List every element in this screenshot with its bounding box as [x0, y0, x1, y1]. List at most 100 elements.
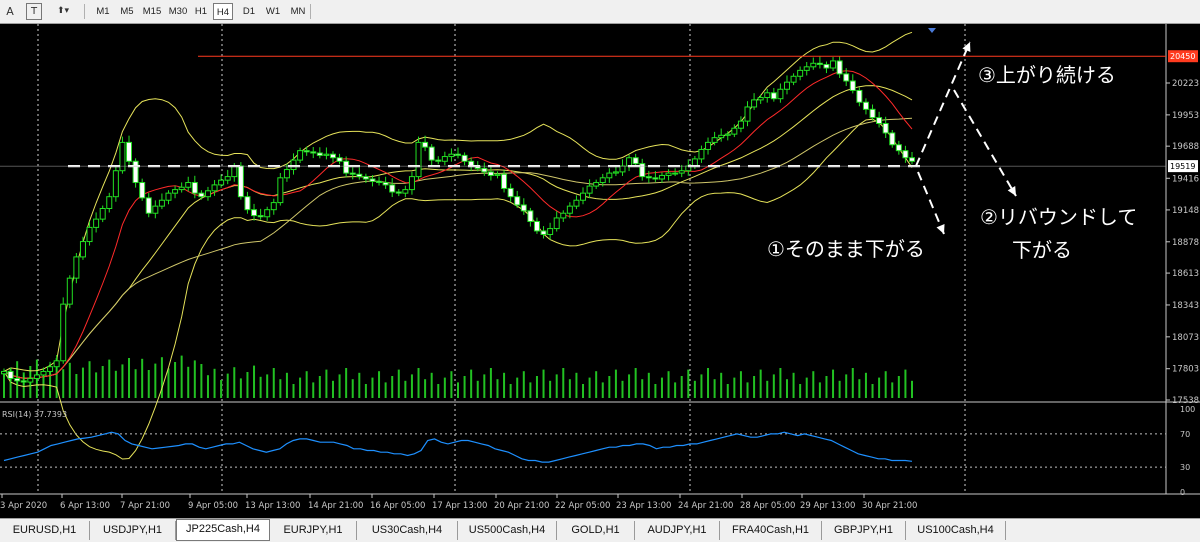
time-axis-label: 20 Apr 21:00 [494, 501, 549, 511]
timeframe-w1[interactable]: W1 [263, 3, 283, 20]
volume-bar [318, 376, 321, 398]
text-tool-icon[interactable]: A [2, 3, 18, 20]
volume-bar [825, 376, 828, 398]
toolbar-separator [84, 4, 85, 19]
candle-body [856, 89, 863, 103]
time-axis-label: 3 Apr 2020 [0, 501, 47, 511]
candle-body [764, 92, 771, 99]
candle-body [53, 360, 60, 368]
rsi-label: RSI(14) 37.7393 [2, 410, 67, 419]
timeframe-m5[interactable]: M5 [116, 3, 138, 20]
volume-bar [239, 378, 242, 398]
candle-body [310, 151, 317, 154]
volume-bar [891, 382, 894, 398]
volume-bar [470, 369, 473, 398]
volume-bar [121, 364, 124, 398]
tab-gold-h1[interactable]: GOLD,H1 [557, 521, 635, 540]
tab-us100cash-h4[interactable]: US100Cash,H4 [906, 521, 1006, 540]
candle-body [501, 173, 508, 189]
timeframe-m30[interactable]: M30 [166, 3, 190, 20]
candle-body [415, 141, 422, 178]
volume-bar [213, 368, 216, 398]
candle-body [106, 196, 113, 210]
candle-body [494, 173, 501, 176]
volume-bar [62, 369, 65, 398]
volume-bar [476, 380, 479, 398]
volume-bar [483, 374, 486, 398]
candle-body [566, 205, 573, 214]
tab-jp225cash-h4[interactable]: JP225Cash,H4 [176, 519, 270, 541]
volume-bar [582, 384, 585, 398]
volume-bar [305, 371, 308, 398]
candle-body [211, 184, 218, 192]
candle-body [889, 132, 896, 146]
candle-body [139, 182, 146, 199]
text-label-tool-icon[interactable]: T [26, 3, 42, 20]
candle [60, 297, 67, 364]
candle [112, 165, 119, 202]
tab-us30cash-h4[interactable]: US30Cash,H4 [357, 521, 458, 540]
volume-bar [154, 363, 157, 398]
timeframe-m15[interactable]: M15 [140, 3, 164, 20]
price-axis-label: 17803 [1172, 365, 1199, 375]
volume-bar [457, 382, 459, 398]
timeframe-mn[interactable]: MN [287, 3, 309, 20]
volume-bar [680, 376, 683, 398]
candle-body [198, 192, 205, 198]
candle-body [290, 159, 297, 171]
volume-bar [509, 384, 512, 398]
volume-bar [549, 380, 552, 398]
candle-body [165, 192, 172, 201]
volume-bar [832, 369, 835, 398]
price-chart[interactable]: 20223 19953 19688 19416 19148 18878 18613 18343… [0, 24, 1200, 518]
candle-body [816, 62, 823, 65]
timeframe-h1[interactable]: H1 [191, 3, 211, 20]
timeframe-m1[interactable]: M1 [93, 3, 113, 20]
tab-audjpy-h1[interactable]: AUDJPY,H1 [635, 521, 720, 540]
tab-gbpjpy-h1[interactable]: GBPJPY,H1 [822, 521, 906, 540]
candle [415, 136, 422, 180]
candle-body [843, 73, 850, 82]
timeframe-d1[interactable]: D1 [239, 3, 259, 20]
volume-bar [726, 384, 729, 398]
volume-bar [220, 380, 223, 398]
candle-body [435, 159, 442, 162]
candle-body [270, 202, 277, 211]
candle [99, 205, 106, 223]
candle-body [408, 176, 415, 191]
timeframe-h4[interactable]: H4 [213, 3, 233, 20]
arrows-tool-icon[interactable]: ⬆▾ [50, 3, 76, 20]
volume-bar [746, 382, 749, 398]
volume-bar [364, 384, 367, 398]
candle-body [895, 144, 902, 152]
candle-body [303, 150, 310, 153]
candle-body [619, 165, 626, 173]
tab-fra40cash-h1[interactable]: FRA40Cash,H1 [720, 521, 822, 540]
tab-us500cash-h4[interactable]: US500Cash,H4 [458, 521, 557, 540]
rsi-axis-label: 0 [1180, 488, 1185, 497]
candle-body [698, 148, 705, 160]
volume-bar [331, 380, 334, 398]
volume-bar [81, 367, 84, 398]
volume-bar [660, 377, 663, 398]
tab-eurjpy-h1[interactable]: EURJPY,H1 [270, 521, 357, 540]
time-axis-label: 13 Apr 13:00 [245, 501, 300, 511]
tab-eurusd-h1[interactable]: EURUSD,H1 [0, 521, 90, 540]
candle [277, 172, 284, 206]
candle-body [487, 171, 494, 176]
volume-bar [68, 362, 71, 398]
candle-body [481, 167, 488, 173]
volume-bar [371, 377, 374, 398]
candle-body [823, 63, 830, 69]
candle-body [737, 120, 744, 129]
volume-bar [404, 380, 407, 398]
volume-bar [114, 370, 117, 398]
tab-usdjpy-h1[interactable]: USDJPY,H1 [90, 521, 176, 540]
candle-body [329, 153, 336, 159]
candle-body [573, 199, 580, 207]
volume-bar [351, 379, 354, 398]
candle-body [751, 99, 758, 108]
time-axis-label: 6 Apr 13:00 [60, 501, 110, 511]
annotation-text: 下がる [1012, 238, 1072, 262]
candle-body [731, 127, 738, 135]
